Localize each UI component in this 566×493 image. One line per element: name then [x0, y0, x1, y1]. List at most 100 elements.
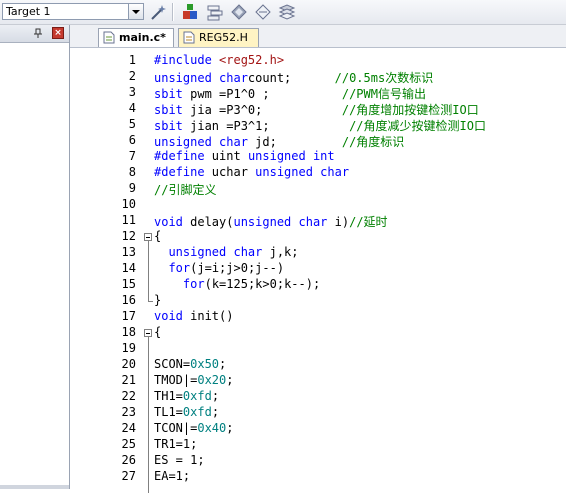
line-number: 9 — [128, 181, 136, 195]
tab-label: main.c* — [119, 31, 166, 44]
code-token: j,k; — [262, 245, 299, 259]
diamond-outline-icon[interactable] — [253, 2, 273, 22]
code-token: uint — [204, 149, 248, 163]
layers-icon[interactable] — [205, 2, 225, 22]
panel-scrollbar[interactable] — [0, 485, 69, 489]
code-line[interactable]: TR1=1; — [154, 437, 197, 451]
code-token: unsigned char — [255, 165, 350, 179]
code-line[interactable]: unsigned charcount; //0.5ms次数标识 — [154, 69, 433, 86]
tab-label: REG52.H — [199, 31, 248, 44]
project-panel-header: × — [0, 25, 69, 43]
code-token: ; — [211, 405, 220, 419]
line-number: 16 — [121, 293, 136, 307]
code-token: jia =P3^0; — [182, 103, 342, 117]
pin-icon[interactable] — [33, 28, 43, 38]
diamond-icon[interactable] — [229, 2, 249, 22]
code-token: sbit — [154, 87, 183, 101]
code-token: unsigned char — [154, 71, 248, 85]
line-number: 5 — [128, 117, 136, 131]
code-line[interactable]: sbit jian =P3^1; //角度减少按键检测IO口 — [154, 117, 486, 134]
code-token: void — [154, 215, 183, 229]
line-number: 17 — [121, 309, 136, 323]
code-line[interactable]: unsigned char j,k; — [154, 245, 299, 259]
code-token: 0x40 — [197, 421, 227, 435]
line-number: 19 — [121, 341, 136, 355]
close-icon[interactable]: × — [52, 27, 64, 39]
tab-main-c[interactable]: main.c* — [98, 28, 174, 47]
fold-toggle-icon[interactable] — [144, 329, 152, 337]
code-token: TCON|= — [154, 421, 198, 435]
line-number: 11 — [121, 213, 136, 227]
magic-wand-icon[interactable] — [148, 2, 168, 22]
code-token: jd; — [247, 135, 342, 149]
file-icon — [183, 31, 195, 44]
code-token: ; — [211, 389, 220, 403]
code-token: 0xfd — [182, 389, 212, 403]
code-line[interactable]: void delay(unsigned char i)//延时 — [154, 213, 388, 230]
code-line[interactable]: } — [154, 293, 161, 307]
file-icon — [103, 31, 115, 44]
toolbar: Target 1 — [0, 0, 566, 25]
tab-strip: main.c* REG52.H — [70, 25, 566, 48]
line-number: 14 — [121, 261, 136, 275]
code-line[interactable]: TCON|=0x40; — [154, 421, 234, 435]
target-select[interactable]: Target 1 — [2, 3, 144, 20]
code-token: TMOD|= — [154, 373, 198, 387]
code-line[interactable]: SCON=0x50; — [154, 357, 226, 371]
code-line[interactable]: for(k=125;k>0;k--); — [154, 277, 320, 291]
line-number: 21 — [121, 373, 136, 387]
code-token: //0.5ms次数标识 — [334, 71, 434, 85]
code-token: count; — [247, 71, 335, 85]
code-token: delay( — [182, 215, 234, 229]
line-number: 1 — [128, 53, 136, 67]
code-token: //引脚定义 — [154, 183, 217, 197]
line-number: 23 — [121, 405, 136, 419]
code-line[interactable]: #define uint unsigned int — [154, 149, 335, 163]
code-token: void — [154, 309, 183, 323]
code-line[interactable]: for(j=i;j>0;j--) — [154, 261, 284, 275]
code-token: #define — [154, 165, 205, 179]
code-token: i) — [327, 215, 350, 229]
code-token: ; — [226, 373, 234, 387]
code-line[interactable]: #define uchar unsigned char — [154, 165, 349, 179]
line-number: 24 — [121, 421, 136, 435]
project-panel: × — [0, 25, 70, 489]
code-line[interactable]: //引脚定义 — [154, 181, 216, 198]
tab-reg52-h[interactable]: REG52.H — [178, 28, 259, 47]
code-token: //角度标识 — [341, 135, 405, 149]
line-number: 18 — [121, 325, 136, 339]
code-line[interactable]: ES = 1; — [154, 453, 205, 467]
line-number: 25 — [121, 437, 136, 451]
code-token: { — [154, 229, 162, 243]
code-line[interactable]: #include <reg52.h> — [154, 53, 284, 67]
code-token: unsigned char — [168, 245, 263, 259]
code-area[interactable]: #include <reg52.h> unsigned charcount; //… — [154, 49, 566, 489]
line-number-gutter: 1 2 3 4 5 6 7 8 9 10 11 12 13 14 15 16 17 18 19 20 21 22 23 24 2… — [70, 49, 143, 489]
code-token: ES = 1; — [154, 453, 205, 467]
code-token: } — [154, 293, 162, 307]
code-token: sbit — [154, 119, 183, 133]
code-token: //角度增加按键检测IO口 — [341, 103, 479, 117]
code-line[interactable]: EA=1; — [154, 469, 190, 483]
code-line[interactable]: unsigned char jd; //角度标识 — [154, 133, 404, 150]
line-number: 13 — [121, 245, 136, 259]
fold-margin[interactable] — [143, 49, 154, 493]
code-line[interactable]: TH1=0xfd; — [154, 389, 219, 403]
code-line[interactable]: sbit pwm =P1^0 ; //PWM信号输出 — [154, 85, 426, 102]
code-line[interactable]: TL1=0xfd; — [154, 405, 219, 419]
fold-toggle-icon[interactable] — [144, 233, 152, 241]
chevron-down-icon[interactable] — [128, 4, 143, 19]
code-line[interactable]: TMOD|=0x20; — [154, 373, 234, 387]
code-editor[interactable]: 1 2 3 4 5 6 7 8 9 10 11 12 13 14 15 16 17 18 19 20 21 22 23 24 2… — [70, 49, 566, 493]
code-line[interactable]: { — [154, 229, 161, 243]
code-line[interactable]: sbit jia =P3^0; //角度增加按键检测IO口 — [154, 101, 479, 118]
code-line[interactable]: { — [154, 325, 161, 339]
code-token: unsigned char — [233, 215, 328, 229]
code-token: TL1= — [154, 405, 183, 419]
books-icon[interactable] — [277, 2, 297, 22]
download-icon[interactable] — [180, 2, 200, 22]
code-token: for — [182, 277, 205, 291]
code-token: jian =P3^1; — [182, 119, 350, 133]
code-line[interactable]: void init() — [154, 309, 233, 323]
